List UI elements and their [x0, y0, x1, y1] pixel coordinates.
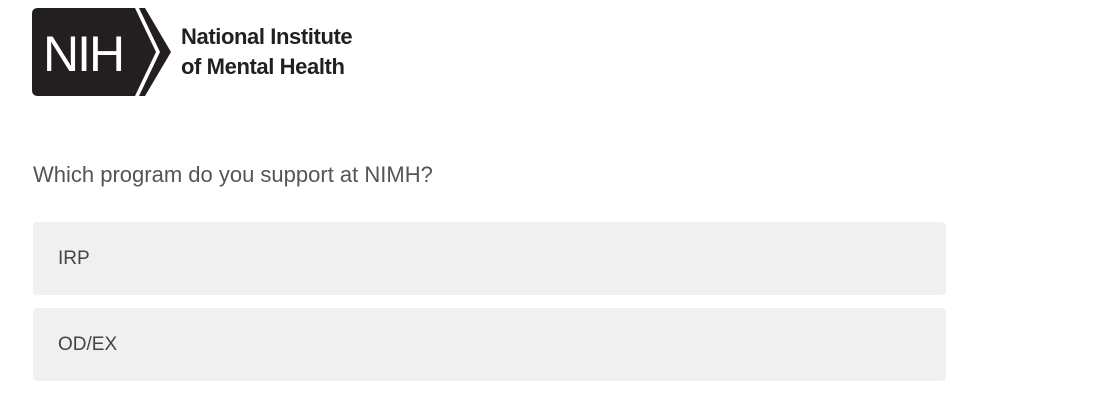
logo-wordmark: National Institute of Mental Health: [181, 22, 353, 82]
question-text: Which program do you support at NIMH?: [33, 162, 433, 187]
logo-line-1: National Institute: [181, 24, 353, 49]
option-label: IRP: [58, 247, 90, 269]
option-od-ex[interactable]: OD/EX: [33, 308, 946, 381]
option-irp[interactable]: IRP: [33, 222, 946, 295]
option-label: OD/EX: [58, 333, 118, 355]
nih-logo-mark-icon: NIH: [32, 8, 171, 96]
nih-logo-abbrev: NIH: [43, 26, 123, 82]
nimh-logo: NIH National Institute of Mental Health: [32, 8, 353, 96]
logo-line-2: of Mental Health: [181, 54, 345, 79]
